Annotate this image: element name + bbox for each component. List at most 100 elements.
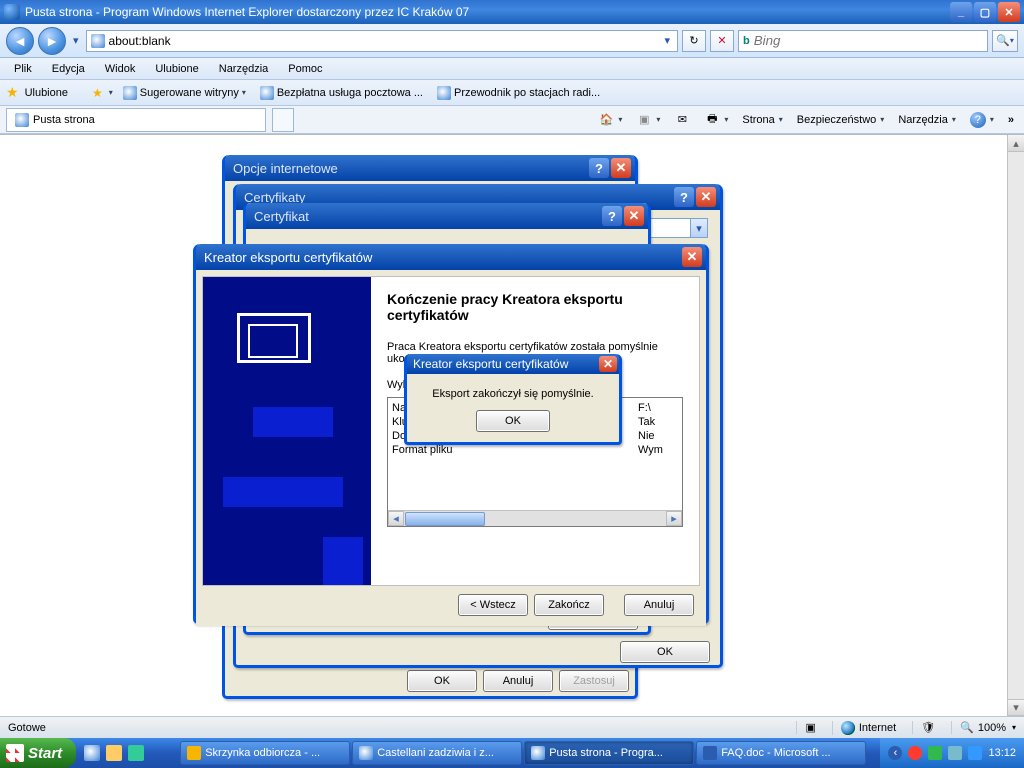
help-button[interactable]: ?▾ — [966, 110, 998, 130]
internet-zone-icon — [841, 721, 855, 735]
page-menu[interactable]: Strona▾ — [738, 112, 786, 128]
menu-widok[interactable]: Widok — [97, 60, 144, 78]
print-button[interactable]: 🖶▾ — [700, 110, 732, 130]
quick-launch-icon[interactable] — [84, 745, 100, 761]
back-button[interactable]: < Wstecz — [458, 594, 528, 616]
scroll-thumb[interactable] — [405, 512, 485, 526]
tray-icon[interactable] — [908, 746, 922, 760]
fav-radio[interactable]: Przewodnik po stacjach radi... — [433, 84, 604, 102]
msgbox-titlebar[interactable]: Kreator eksportu certyfikatów ✕ — [407, 354, 619, 374]
menu-edycja[interactable]: Edycja — [44, 60, 93, 78]
help-icon: ? — [970, 112, 986, 128]
stop-button[interactable]: ✕ — [710, 30, 734, 52]
search-icon: 🔍 — [996, 34, 1010, 47]
wizard-button-row: < Wstecz Zakończ Anuluj — [196, 586, 706, 626]
search-bar[interactable]: b — [738, 30, 988, 52]
stop-icon: ✕ — [717, 34, 726, 47]
finish-button[interactable]: Zakończ — [534, 594, 604, 616]
nav-back-button[interactable]: ◄ — [6, 27, 34, 55]
rss-icon: ▣ — [636, 112, 652, 128]
dialog-help-button[interactable]: ? — [602, 206, 622, 226]
nav-history-dropdown[interactable]: ▾ — [70, 34, 82, 47]
status-zoom[interactable]: 🔍 100% ▾ — [951, 721, 1016, 734]
cancel-button[interactable]: Anuluj — [483, 670, 553, 692]
refresh-icon: ↻ — [689, 34, 698, 47]
dialog-titlebar[interactable]: Opcje internetowe ? ✕ — [225, 155, 635, 181]
taskbar: Start Skrzynka odbiorcza - ... Castellan… — [0, 738, 1024, 768]
print-icon: 🖶 — [704, 112, 720, 128]
address-dropdown-icon[interactable]: ▾ — [661, 34, 673, 47]
msgbox-close-button[interactable]: ✕ — [599, 356, 617, 372]
taskbar-item-label: Pusta strona - Progra... — [549, 747, 663, 759]
status-zone[interactable]: Internet — [832, 721, 896, 735]
ok-button[interactable]: OK — [407, 670, 477, 692]
dialog-help-button[interactable]: ? — [674, 187, 694, 207]
vertical-scrollbar[interactable]: ▴ ▾ — [1007, 135, 1024, 716]
browser-tab[interactable]: Pusta strona — [6, 108, 266, 132]
search-go-button[interactable]: 🔍▾ — [992, 30, 1018, 52]
tools-menu-label: Narzędzia — [898, 114, 948, 126]
search-input[interactable] — [754, 33, 983, 48]
dialog-titlebar[interactable]: Kreator eksportu certyfikatów ✕ — [196, 244, 706, 270]
ie-title-bar: Pusta strona - Program Windows Internet … — [0, 0, 1024, 24]
refresh-button[interactable]: ↻ — [682, 30, 706, 52]
ie-icon — [531, 746, 545, 760]
new-tab-button[interactable] — [272, 108, 294, 132]
dialog-close-button[interactable]: ✕ — [624, 206, 644, 226]
window-close-button[interactable]: ✕ — [998, 2, 1020, 22]
taskbar-item-word[interactable]: FAQ.doc - Microsoft ... — [696, 741, 866, 765]
address-bar[interactable]: ▾ — [86, 30, 678, 52]
feeds-button[interactable]: ▣▾ — [632, 110, 664, 130]
system-tray[interactable]: ‹ 13:12 — [880, 738, 1024, 768]
nav-forward-button[interactable]: ► — [38, 27, 66, 55]
home-button[interactable]: 🏠▾ — [594, 110, 626, 130]
favorites-star-icon: ★ — [6, 84, 19, 101]
dialog-titlebar[interactable]: Certyfikat ? ✕ — [246, 203, 648, 229]
taskbar-item-ie-2[interactable]: Pusta strona - Progra... — [524, 741, 694, 765]
menu-ulubione[interactable]: Ulubione — [147, 60, 206, 78]
tools-menu[interactable]: Narzędzia▾ — [894, 112, 960, 128]
menu-plik[interactable]: Plik — [6, 60, 40, 78]
dialog-close-button[interactable]: ✕ — [611, 158, 631, 178]
mail-button[interactable]: ✉ — [670, 110, 694, 130]
menu-pomoc[interactable]: Pomoc — [280, 60, 330, 78]
scroll-right-button[interactable]: ▸ — [666, 511, 682, 526]
overflow-button[interactable]: » — [1004, 112, 1018, 128]
fav-suggested-sites[interactable]: Sugerowane witryny ▾ — [119, 84, 250, 102]
cancel-button[interactable]: Anuluj — [624, 594, 694, 616]
scroll-left-button[interactable]: ◂ — [388, 511, 404, 526]
ok-button[interactable]: OK — [620, 641, 710, 663]
horizontal-scrollbar[interactable]: ◂ ▸ — [388, 510, 682, 526]
add-favorite-star-icon[interactable]: ★ — [92, 86, 103, 100]
apply-button[interactable]: Zastosuj — [559, 670, 629, 692]
tray-icon[interactable] — [928, 746, 942, 760]
window-minimize-button[interactable]: _ — [950, 2, 972, 22]
address-input[interactable] — [109, 34, 662, 48]
msgbox-title: Kreator eksportu certyfikatów — [413, 357, 597, 371]
start-button[interactable]: Start — [0, 738, 76, 768]
tray-volume-icon[interactable] — [948, 746, 962, 760]
favorites-button[interactable]: Ulubione — [25, 87, 68, 99]
safety-menu[interactable]: Bezpieczeństwo▾ — [793, 112, 889, 128]
tray-clock[interactable]: 13:12 — [988, 747, 1016, 759]
tray-network-icon[interactable] — [968, 746, 982, 760]
taskbar-item-outlook[interactable]: Skrzynka odbiorcza - ... — [180, 741, 350, 765]
list-item: Format pliku — [392, 443, 638, 457]
menu-narzedzia[interactable]: Narzędzia — [211, 60, 277, 78]
ok-button[interactable]: OK — [476, 410, 550, 432]
scroll-down-button[interactable]: ▾ — [1008, 699, 1024, 716]
dialog-close-button[interactable]: ✕ — [682, 247, 702, 267]
window-maximize-button[interactable]: ▢ — [974, 2, 996, 22]
ie-icon — [123, 86, 137, 100]
tray-expand-icon[interactable]: ‹ — [888, 746, 902, 760]
status-popup-block[interactable]: ▣ — [796, 721, 815, 734]
taskbar-item-ie-1[interactable]: Castellani zadziwia i z... — [352, 741, 522, 765]
status-protected-mode[interactable]: 🛡 — [912, 721, 935, 734]
dialog-close-button[interactable]: ✕ — [696, 187, 716, 207]
scroll-up-button[interactable]: ▴ — [1008, 135, 1024, 152]
quick-launch-icon[interactable] — [106, 745, 122, 761]
fav-mail[interactable]: Bezpłatna usługa pocztowa ... — [256, 84, 427, 102]
windows-flag-icon — [6, 744, 24, 762]
dialog-help-button[interactable]: ? — [589, 158, 609, 178]
quick-launch-icon[interactable] — [128, 745, 144, 761]
